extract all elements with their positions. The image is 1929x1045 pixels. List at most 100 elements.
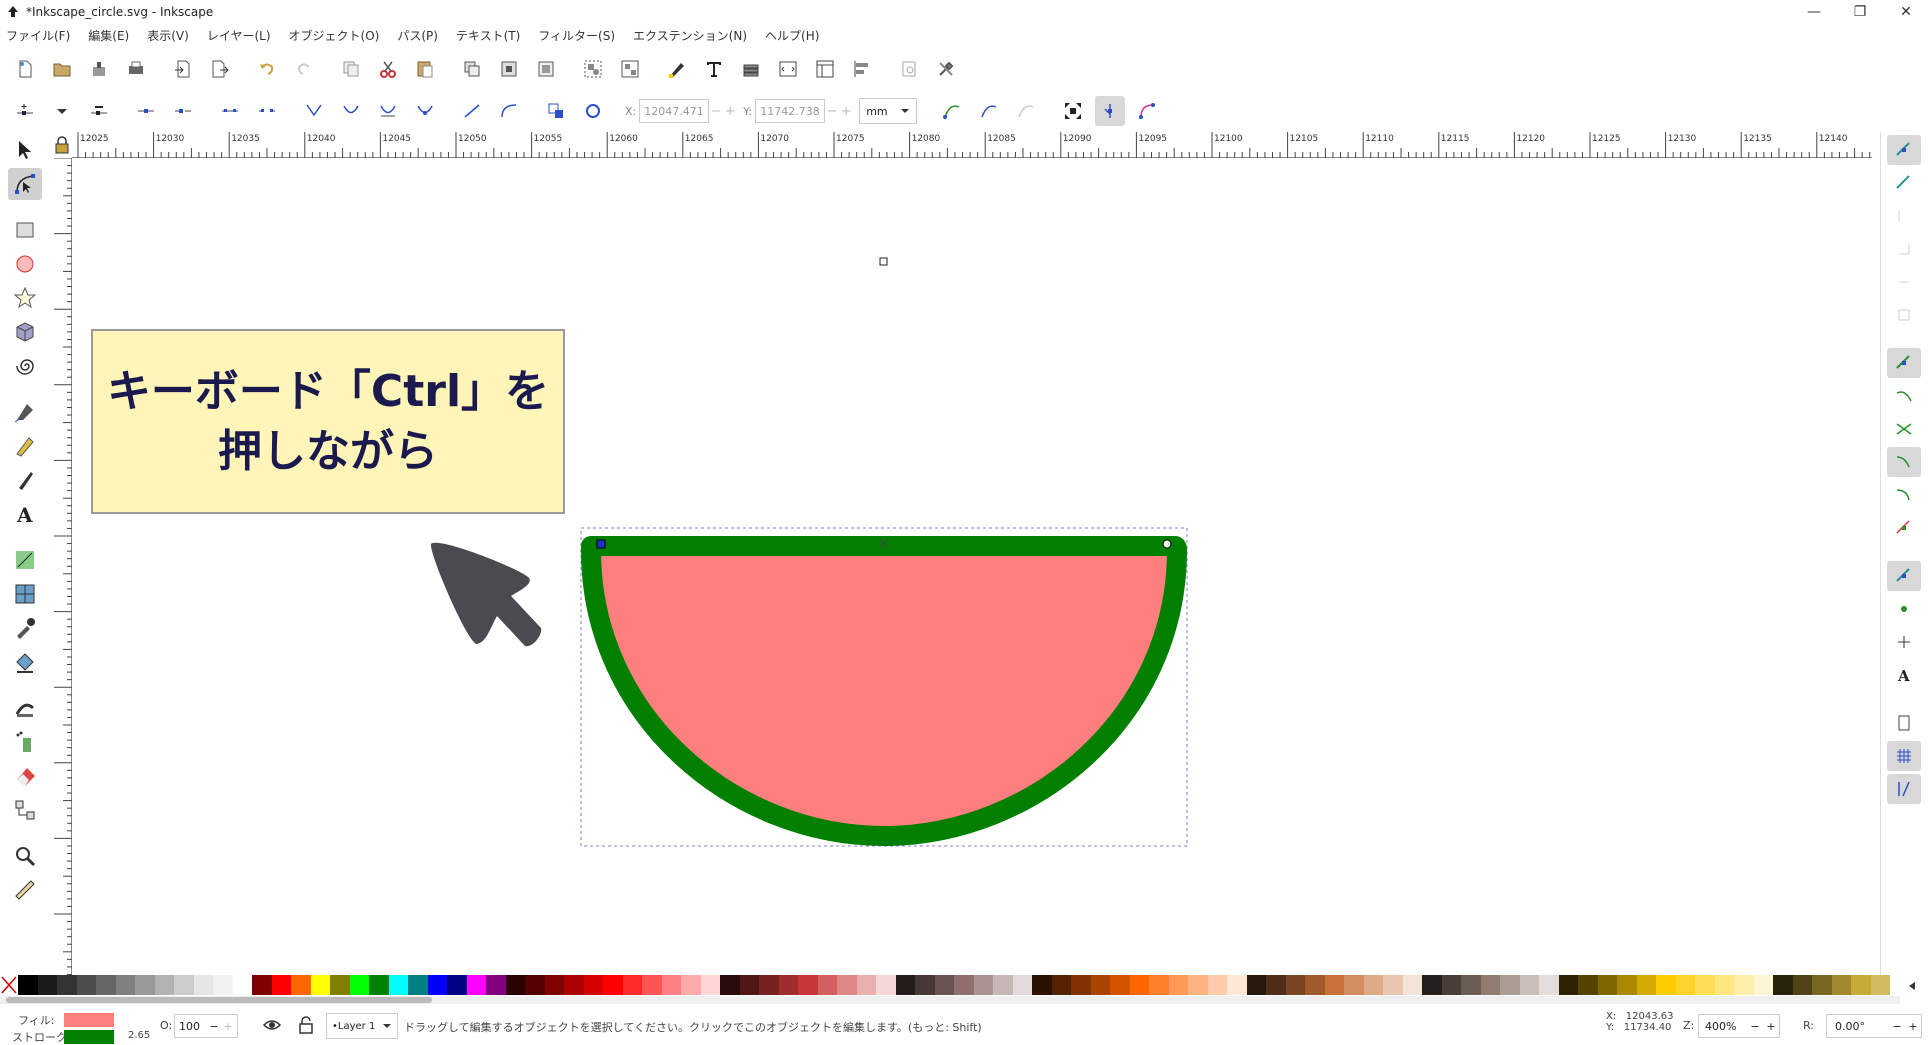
palette-swatch[interactable] [1168, 975, 1188, 995]
palette-swatch[interactable] [798, 975, 818, 995]
palette-swatch[interactable] [349, 975, 369, 995]
palette-swatch[interactable] [934, 975, 954, 995]
palette-swatch[interactable] [1636, 975, 1656, 995]
snap-guides-button[interactable] [1887, 774, 1921, 804]
toggle-layer-lock[interactable] [298, 1016, 318, 1036]
palette-swatch[interactable] [310, 975, 330, 995]
palette-swatch[interactable] [232, 975, 252, 995]
palette-swatch[interactable] [154, 975, 174, 995]
palette-swatch[interactable] [1129, 975, 1149, 995]
scrollbar-thumb[interactable] [6, 997, 432, 1003]
palette-swatch[interactable] [193, 975, 213, 995]
snap-smooth-nodes-button[interactable] [1887, 480, 1921, 510]
no-paint-swatch[interactable] [0, 975, 18, 995]
palette-swatch[interactable] [18, 975, 38, 995]
palette-swatch[interactable] [564, 975, 584, 995]
menu-object[interactable]: オブジェクト(O) [289, 27, 380, 44]
stroke-width-value[interactable]: 2.65 [128, 1030, 150, 1041]
snap-object-midpoints-button[interactable] [1887, 594, 1921, 624]
align-distribute-button[interactable] [847, 54, 877, 84]
print-button[interactable] [121, 54, 151, 84]
palette-swatch[interactable] [96, 975, 116, 995]
toggle-layer-visibility[interactable] [262, 1016, 284, 1036]
palette-swatch[interactable] [1227, 975, 1247, 995]
horizontal-scrollbar[interactable] [0, 996, 1900, 1004]
snap-rotation-center-button[interactable] [1887, 627, 1921, 657]
selector-tool[interactable] [8, 134, 42, 166]
palette-swatch[interactable] [252, 975, 272, 995]
palette-swatch[interactable] [1753, 975, 1773, 995]
copy-button[interactable] [336, 54, 366, 84]
join-nodes-button[interactable] [131, 96, 161, 126]
cusp-node-button[interactable] [299, 96, 329, 126]
rotation-increment[interactable]: + [1905, 1020, 1921, 1033]
symmetric-node-button[interactable] [373, 96, 403, 126]
insert-node-dropdown[interactable] [47, 96, 77, 126]
palette-swatch[interactable] [1519, 975, 1539, 995]
node-y-input[interactable] [755, 99, 826, 123]
fill-swatch[interactable] [64, 1013, 114, 1027]
palette-swatch[interactable] [1324, 975, 1344, 995]
3d-box-tool[interactable] [8, 316, 42, 348]
zoom-decrement[interactable]: − [1747, 1020, 1763, 1033]
palette-swatch[interactable] [1363, 975, 1383, 995]
menu-extensions[interactable]: エクステンション(N) [633, 27, 747, 44]
palette-swatch[interactable] [1870, 975, 1890, 995]
palette-swatch[interactable] [271, 975, 291, 995]
palette-swatch[interactable] [1773, 975, 1793, 995]
palette-swatch[interactable] [447, 975, 467, 995]
delete-node-button[interactable] [84, 96, 114, 126]
snap-bbox-midpoint-button[interactable] [1887, 267, 1921, 297]
zoom-spinbox[interactable]: 400% − + [1698, 1014, 1780, 1038]
palette-swatch[interactable] [1012, 975, 1032, 995]
palette-swatch[interactable] [778, 975, 798, 995]
palette-swatch[interactable] [622, 975, 642, 995]
xml-editor-button[interactable] [773, 54, 803, 84]
palette-swatch[interactable] [993, 975, 1013, 995]
palette-swatch[interactable] [895, 975, 915, 995]
palette-swatch[interactable] [1714, 975, 1734, 995]
palette-swatch[interactable] [1461, 975, 1481, 995]
palette-swatch[interactable] [661, 975, 681, 995]
menu-help[interactable]: ヘルプ(H) [765, 27, 819, 44]
snap-toggle-button[interactable] [1887, 135, 1921, 165]
palette-swatch[interactable] [525, 975, 545, 995]
smooth-node-button[interactable] [336, 96, 366, 126]
calligraphy-tool[interactable] [8, 464, 42, 496]
palette-swatch[interactable] [1617, 975, 1637, 995]
palette-swatch[interactable] [1285, 975, 1305, 995]
palette-swatch[interactable] [291, 975, 311, 995]
palette-swatch[interactable] [954, 975, 974, 995]
snap-line-midpoints-button[interactable] [1887, 513, 1921, 543]
snap-intersections-button[interactable] [1887, 414, 1921, 444]
show-mask-button[interactable] [1011, 96, 1041, 126]
snap-text-baseline-button[interactable]: A [1887, 660, 1921, 690]
open-button[interactable] [47, 54, 77, 84]
break-path-button[interactable] [168, 96, 198, 126]
palette-swatch[interactable] [37, 975, 57, 995]
object-to-path-button[interactable] [541, 96, 571, 126]
auto-smooth-node-button[interactable] [410, 96, 440, 126]
ellipse-tool[interactable] [8, 248, 42, 280]
export-button[interactable] [205, 54, 235, 84]
palette-swatch[interactable] [1032, 975, 1052, 995]
palette-swatch[interactable] [1266, 975, 1286, 995]
palette-swatch[interactable] [1578, 975, 1598, 995]
menu-text[interactable]: テキスト(T) [456, 27, 520, 44]
menu-path[interactable]: パス(P) [397, 27, 438, 44]
palette-swatch[interactable] [1051, 975, 1071, 995]
import-button[interactable] [168, 54, 198, 84]
opacity-spinbox[interactable]: 100 − + [174, 1014, 238, 1038]
node-x-increment[interactable]: + [723, 104, 737, 119]
palette-swatch[interactable] [817, 975, 837, 995]
palette-swatch[interactable] [1207, 975, 1227, 995]
rotation-center-marker[interactable] [879, 257, 888, 266]
menu-view[interactable]: 表示(V) [147, 27, 189, 44]
path-node-end[interactable] [1162, 539, 1172, 549]
minimize-button[interactable]: — [1791, 0, 1837, 24]
palette-scroll-button[interactable] [1902, 978, 1922, 994]
document-properties-button[interactable] [810, 54, 840, 84]
bezier-tool[interactable] [8, 396, 42, 428]
palette-swatch[interactable] [1597, 975, 1617, 995]
palette-swatch[interactable] [583, 975, 603, 995]
